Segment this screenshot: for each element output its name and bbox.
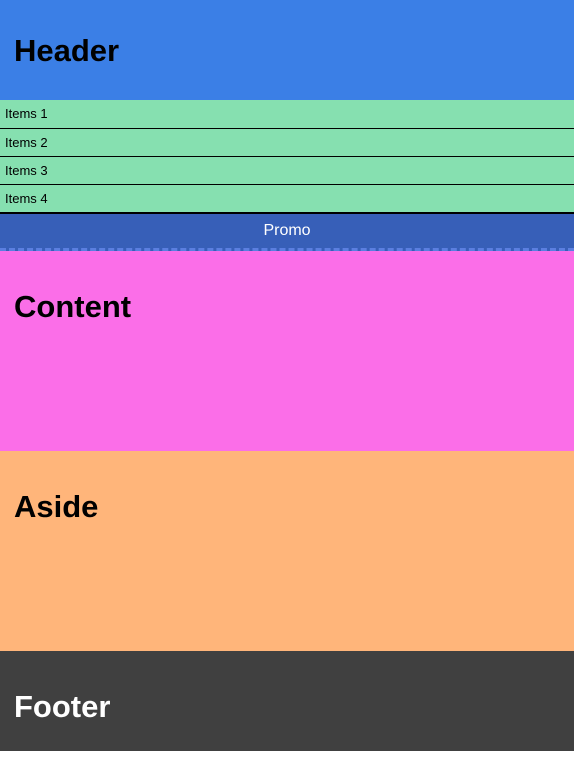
header-title: Header bbox=[14, 32, 120, 68]
header: Header bbox=[0, 0, 574, 100]
page: Header Items 1 Items 2 Items 3 Items 4 P… bbox=[0, 0, 574, 778]
list-item[interactable]: Items 1 bbox=[0, 100, 574, 129]
footer-title: Footer bbox=[14, 689, 111, 724]
list-item[interactable]: Items 4 bbox=[0, 185, 574, 214]
promo-banner[interactable]: Promo bbox=[0, 214, 574, 251]
content-title: Content bbox=[14, 289, 132, 324]
items-list: Items 1 Items 2 Items 3 Items 4 bbox=[0, 100, 574, 214]
footer: Footer bbox=[0, 651, 574, 751]
list-item[interactable]: Items 2 bbox=[0, 129, 574, 157]
content-section: Content bbox=[0, 251, 574, 451]
aside-title: Aside bbox=[14, 489, 99, 524]
list-item[interactable]: Items 3 bbox=[0, 157, 574, 185]
aside-section: Aside bbox=[0, 451, 574, 651]
